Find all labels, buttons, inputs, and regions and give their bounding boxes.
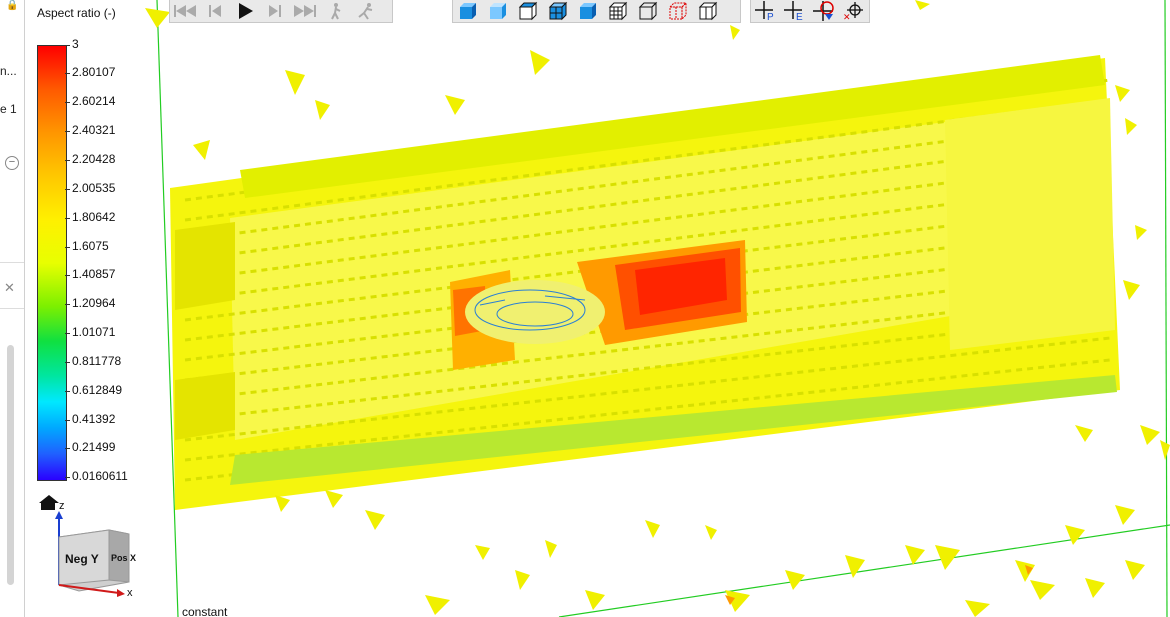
legend-tick-mark	[65, 448, 70, 449]
view-mesh-button[interactable]	[603, 0, 633, 22]
legend-tick-label: 2.60214	[72, 94, 116, 108]
legend-tick-label: 0.612849	[72, 383, 123, 397]
neg-y-label: Neg Y	[65, 552, 99, 566]
orientation-widget[interactable]: z Neg Y Pos X x	[35, 495, 165, 605]
legend-tick-mark	[65, 218, 70, 219]
close-icon[interactable]: ✕	[4, 280, 15, 296]
legend-tick-mark	[65, 420, 70, 421]
home-icon	[39, 495, 59, 503]
mesh-render[interactable]	[25, 0, 1170, 617]
svg-text:E: E	[796, 12, 803, 21]
play-button[interactable]	[230, 0, 260, 22]
legend-tick-label: 1.01071	[72, 325, 116, 339]
view-top-button[interactable]	[513, 0, 543, 22]
cube-shaded-icon	[580, 3, 596, 19]
3d-viewport[interactable]: Aspect ratio (-) 3 2.80107 2.60214 2.403…	[25, 0, 1170, 617]
view-front-button[interactable]	[453, 0, 483, 22]
step-forward-button[interactable]	[260, 0, 290, 22]
run-button[interactable]	[350, 0, 380, 22]
legend-title: Aspect ratio (-)	[37, 6, 116, 20]
pos-x-label: Pos X	[111, 553, 136, 563]
legend-tick-mark	[65, 477, 70, 478]
lock-icon: 🔒	[6, 0, 19, 11]
panel-divider	[0, 308, 24, 309]
legend-tick-mark	[65, 333, 70, 334]
view-red-mesh-button[interactable]	[663, 0, 693, 22]
legend-tick-mark	[65, 189, 70, 190]
view-toolbar	[452, 0, 741, 23]
panel-text-truncated: n...	[0, 64, 17, 78]
walk-button[interactable]	[320, 0, 350, 22]
left-panel: 🔒 n... e 1 − ✕	[0, 0, 25, 617]
skip-to-start-button[interactable]	[170, 0, 200, 22]
cube-front-icon	[460, 3, 476, 19]
legend-tick-label: 0.0160611	[72, 469, 128, 483]
panel-scrollbar[interactable]	[7, 345, 14, 585]
svg-text:P: P	[767, 12, 774, 21]
legend-tick-label: 2.40321	[72, 123, 116, 137]
mesh-cube-icon	[608, 1, 628, 21]
panel-divider	[0, 262, 24, 263]
legend-tick-mark	[65, 391, 70, 392]
legend-tick-mark	[65, 131, 70, 132]
z-axis-label: z	[59, 500, 65, 512]
probe-grab-icon	[812, 1, 834, 21]
view-wireframe-button[interactable]	[633, 0, 663, 22]
probe-clear-button[interactable]: ✕	[840, 0, 870, 22]
view-side-button[interactable]	[483, 0, 513, 22]
legend-tick-label: 2.80107	[72, 65, 116, 79]
x-axis-label: x	[127, 587, 133, 599]
collapse-icon[interactable]: −	[5, 156, 19, 170]
playback-toolbar	[169, 0, 393, 23]
legend-tick-mark	[65, 102, 70, 103]
play-icon	[239, 3, 253, 19]
legend-tick-mark	[65, 160, 70, 161]
legend-tick-mark	[65, 45, 70, 46]
red-mesh-cube-icon	[668, 1, 688, 21]
legend-tick-mark	[65, 275, 70, 276]
wireframe-cube-icon	[638, 1, 658, 21]
legend-tick-label: 2.20428	[72, 152, 116, 166]
legend-tick-label: 3	[72, 37, 79, 51]
walk-icon	[331, 3, 341, 20]
step-back-icon	[209, 5, 221, 17]
view-shaded-button[interactable]	[573, 0, 603, 22]
skip-to-end-icon	[294, 5, 316, 17]
probe-point-button[interactable]: P	[751, 0, 781, 22]
skip-to-end-button[interactable]	[290, 0, 320, 22]
probe-grab-button[interactable]	[810, 0, 840, 22]
legend-tick-mark	[65, 247, 70, 248]
step-back-button[interactable]	[200, 0, 230, 22]
svg-text:✕: ✕	[843, 12, 851, 21]
legend-tick-label: 1.6075	[72, 239, 109, 253]
legend-tick-label: 1.20964	[72, 296, 116, 310]
skip-to-start-icon	[174, 5, 196, 17]
axis-cube-svg: z Neg Y Pos X x	[39, 495, 136, 599]
panel-text-item[interactable]: e 1	[0, 102, 17, 116]
legend-tick-label: 0.21499	[72, 440, 116, 454]
probe-element-button[interactable]: E	[781, 0, 811, 22]
legend-tick-mark	[65, 304, 70, 305]
status-label: constant	[182, 605, 228, 617]
crosshair-p-icon: P	[754, 1, 774, 21]
legend-color-bar	[37, 45, 67, 481]
cube-iso-icon	[548, 1, 568, 21]
legend-tick-label: 2.00535	[72, 181, 116, 195]
legend-tick-label: 0.811778	[72, 354, 122, 368]
legend-tick-label: 1.80642	[72, 210, 116, 224]
crosshair-e-icon: E	[784, 1, 803, 21]
legend-tick-label: 1.40857	[72, 267, 116, 281]
legend-tick-mark	[65, 73, 70, 74]
view-iso-button[interactable]	[543, 0, 573, 22]
run-icon	[358, 3, 373, 20]
legend-tick-mark	[65, 362, 70, 363]
view-transparent-button[interactable]	[693, 0, 723, 22]
probe-toolbar: P E ✕	[750, 0, 870, 23]
cube-side-icon	[490, 3, 506, 19]
crosshair-clear-icon: ✕	[843, 2, 864, 21]
transparent-cube-icon	[698, 1, 718, 21]
legend-tick-label: 0.41392	[72, 412, 116, 426]
cube-top-icon	[518, 1, 538, 21]
step-forward-icon	[269, 5, 281, 17]
